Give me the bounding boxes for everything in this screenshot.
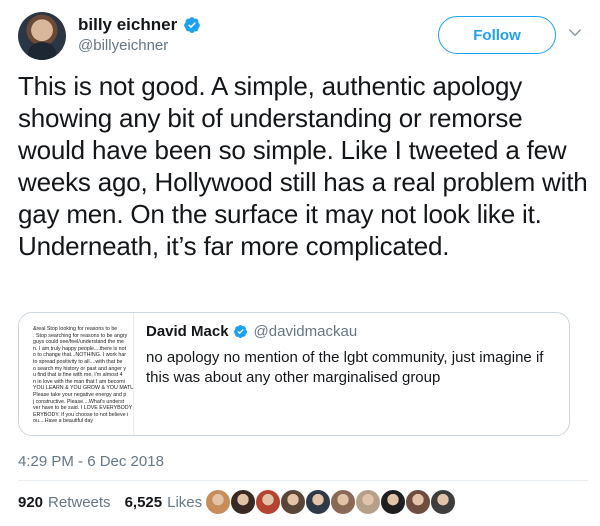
liker-avatars	[205, 489, 505, 517]
liker-avatar-5[interactable]	[305, 489, 331, 515]
quoted-tweet-body: David Mack @davidmackau no apology no me…	[146, 323, 566, 388]
quoted-author-row: David Mack @davidmackau	[146, 323, 566, 340]
retweets-stat[interactable]: 920 Retweets	[18, 494, 111, 511]
thumbnail-line: to spread positivity to all....with that…	[33, 358, 123, 365]
liker-avatar-10[interactable]	[430, 489, 456, 515]
likes-count: 6,525	[124, 494, 163, 511]
liker-avatar-4[interactable]	[280, 489, 306, 515]
author-name-row: billy eichner	[78, 15, 201, 35]
tweet-text: This is not good. A simple, authentic ap…	[18, 71, 588, 261]
thumbnail-line: . Stop searching for reasons to be angry	[33, 332, 128, 339]
thumbnail-line: u find that is fine with me, I'm almost …	[33, 372, 123, 379]
quoted-tweet-text: no apology no mention of the lgbt commun…	[146, 349, 544, 386]
thumbnail-line: &real Stop looking for reasons to be	[33, 326, 118, 332]
retweets-count: 920	[18, 494, 44, 511]
author-display-name[interactable]: billy eichner	[78, 15, 177, 35]
thumbnail-line: Please take your negative energy and p	[33, 391, 127, 398]
thumbnail-line: guys could see/feel/understand the me	[33, 339, 124, 346]
thumbnail-line: ou....Have a beautiful day	[33, 418, 94, 425]
liker-avatar-7[interactable]	[355, 489, 381, 515]
thumbnail-line: ERYBODY. If you choose to not believe i	[33, 411, 129, 418]
verified-badge-icon	[233, 324, 247, 339]
thumbnail-line: j constructive. Please....What's underst	[33, 398, 125, 405]
liker-avatar-1[interactable]	[205, 489, 231, 515]
liker-avatar-8[interactable]	[380, 489, 406, 515]
thumbnail-line: o search my history or past and anger y	[33, 365, 127, 372]
likes-stat[interactable]: 6,525 Likes	[125, 494, 203, 511]
liker-avatar-6[interactable]	[330, 489, 356, 515]
tweet-stats: 920 Retweets 6,525 Likes	[18, 494, 216, 511]
stats-divider	[18, 480, 588, 481]
thumbnail-line: n. I am truly happy people....there is n…	[33, 345, 127, 352]
verified-badge-icon	[184, 17, 201, 33]
quoted-display-name[interactable]: David Mack	[146, 323, 229, 340]
thumbnail-line: ver have to be said. I LOVE EVERYBODY	[33, 405, 133, 412]
likes-label: Likes	[167, 494, 203, 511]
liker-avatar-2[interactable]	[230, 489, 256, 515]
thumbnail-line: o to change that...NOTHING. I work har	[33, 352, 127, 359]
liker-avatar-9[interactable]	[405, 489, 431, 515]
quoted-handle[interactable]: @davidmackau	[254, 323, 358, 340]
author-handle[interactable]: @billyeichner	[78, 37, 168, 54]
liker-avatar-3[interactable]	[255, 489, 281, 515]
tweet-header: billy eichner @billyeichner Follow	[18, 12, 584, 62]
chevron-down-icon[interactable]	[566, 24, 584, 42]
thumbnail-line: YOU LEARN & YOU GROW & YOU MATU	[33, 385, 134, 392]
quoted-tweet-thumbnail[interactable]: &real Stop looking for reasons to be . S…	[19, 313, 134, 435]
retweets-label: Retweets	[48, 494, 111, 511]
thumbnail-line: n in love with the man that I am becomi	[33, 378, 125, 385]
follow-button[interactable]: Follow	[438, 16, 556, 54]
tweet-timestamp[interactable]: 4:29 PM - 6 Dec 2018	[18, 453, 164, 470]
author-avatar[interactable]	[18, 12, 66, 60]
quoted-tweet-card[interactable]: &real Stop looking for reasons to be . S…	[18, 312, 570, 436]
